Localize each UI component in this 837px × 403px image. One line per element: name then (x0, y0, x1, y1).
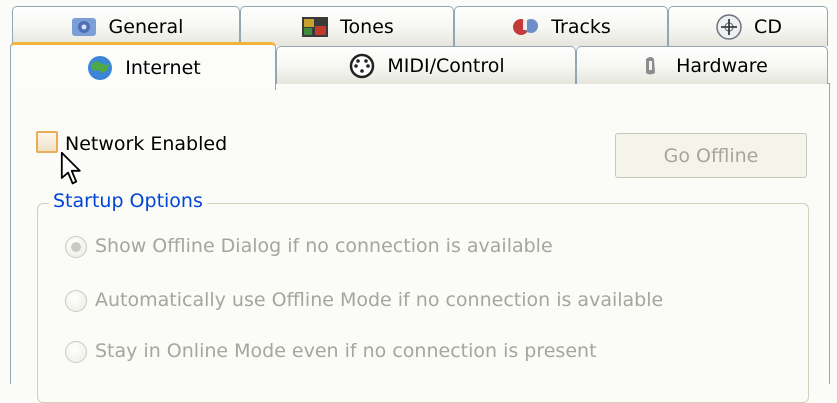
network-enabled-checkbox[interactable] (36, 131, 58, 153)
tab-hardware[interactable]: Hardware (576, 46, 828, 84)
radio-stay-online-mode-label: Stay in Online Mode even if no connectio… (95, 340, 597, 362)
tab-midi-control[interactable]: MIDI/Control (276, 46, 576, 84)
radio-stay-online-mode[interactable] (65, 341, 87, 363)
tracks-icon (513, 15, 539, 35)
mouse-cursor-icon (60, 151, 81, 185)
go-offline-button[interactable]: Go Offline (615, 133, 807, 178)
tones-icon (302, 16, 329, 37)
general-settings-icon (71, 17, 96, 36)
tab-internet[interactable]: Internet (10, 42, 276, 90)
globe-icon (88, 55, 113, 80)
tab-internet-label: Internet (125, 56, 201, 79)
tab-tones[interactable]: Tones (240, 6, 454, 46)
radio-selected-dot (71, 242, 81, 252)
tab-cd[interactable]: CD (668, 6, 828, 46)
cd-icon (716, 13, 742, 40)
radio-auto-offline-mode[interactable] (65, 290, 87, 312)
radio-show-offline-dialog-label: Show Offline Dialog if no connection is … (95, 235, 553, 257)
startup-options-title: Startup Options (49, 190, 207, 212)
radio-show-offline-dialog[interactable] (65, 236, 87, 258)
tab-general[interactable]: General (12, 6, 240, 46)
midi-connector-icon (350, 53, 375, 78)
tab-general-label: General (108, 15, 184, 38)
tab-tones-label: Tones (340, 15, 394, 38)
tab-midi-control-label: MIDI/Control (387, 54, 505, 77)
radio-auto-offline-mode-label: Automatically use Offline Mode if no con… (95, 289, 664, 311)
tab-cd-label: CD (754, 15, 782, 38)
tab-tracks-label: Tracks (551, 15, 611, 38)
hardware-icon (646, 56, 656, 74)
network-enabled-label: Network Enabled (65, 133, 228, 155)
tab-tracks[interactable]: Tracks (454, 6, 668, 46)
tab-hardware-label: Hardware (676, 54, 768, 77)
